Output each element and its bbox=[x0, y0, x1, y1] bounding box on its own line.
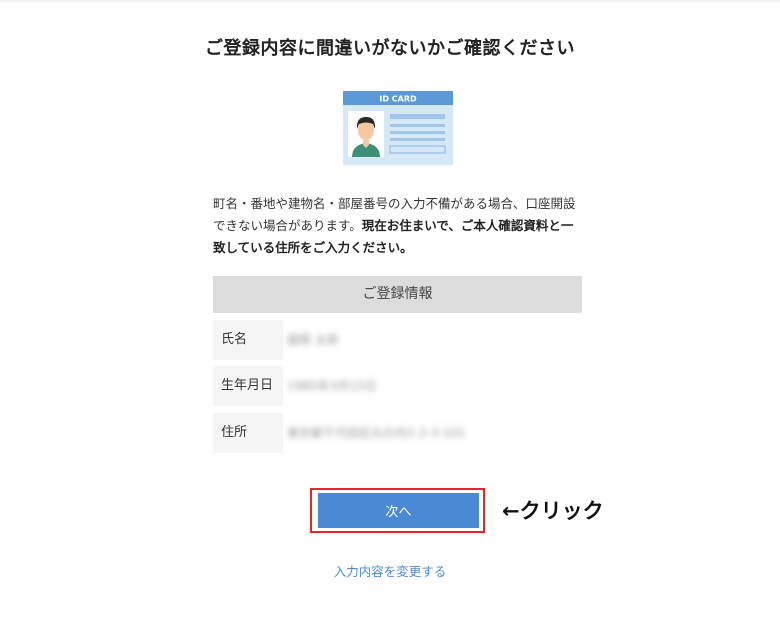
id-card-icon: ID CARD bbox=[343, 91, 453, 165]
info-row-birthdate: 生年月日 1985年3月15日 bbox=[213, 366, 582, 406]
info-value: 1985年3月15日 bbox=[287, 379, 377, 393]
change-input-link[interactable]: 入力内容を変更する bbox=[0, 561, 780, 580]
info-section-header: ご登録情報 bbox=[213, 276, 582, 313]
info-value: 東京都千代田区丸の内1-2-3-101 bbox=[287, 426, 466, 440]
page-title: ご登録内容に間違いがないかご確認ください bbox=[205, 38, 575, 59]
info-label: 氏名 bbox=[213, 320, 283, 360]
click-annotation: ←クリック bbox=[502, 499, 604, 523]
id-card-label: ID CARD bbox=[379, 95, 417, 104]
info-label: 住所 bbox=[213, 413, 283, 453]
notice-text: 町名・番地や建物名・部屋番号の入力不備がある場合、口座開設できない場合があります… bbox=[213, 193, 585, 259]
info-label: 生年月日 bbox=[213, 366, 283, 406]
info-row-address: 住所 東京都千代田区丸の内1-2-3-101 bbox=[213, 413, 582, 453]
next-button[interactable]: 次へ bbox=[318, 493, 479, 528]
info-row-name: 氏名 國際 太郎 bbox=[213, 320, 582, 360]
info-value: 國際 太郎 bbox=[287, 333, 339, 347]
top-divider bbox=[0, 0, 780, 2]
